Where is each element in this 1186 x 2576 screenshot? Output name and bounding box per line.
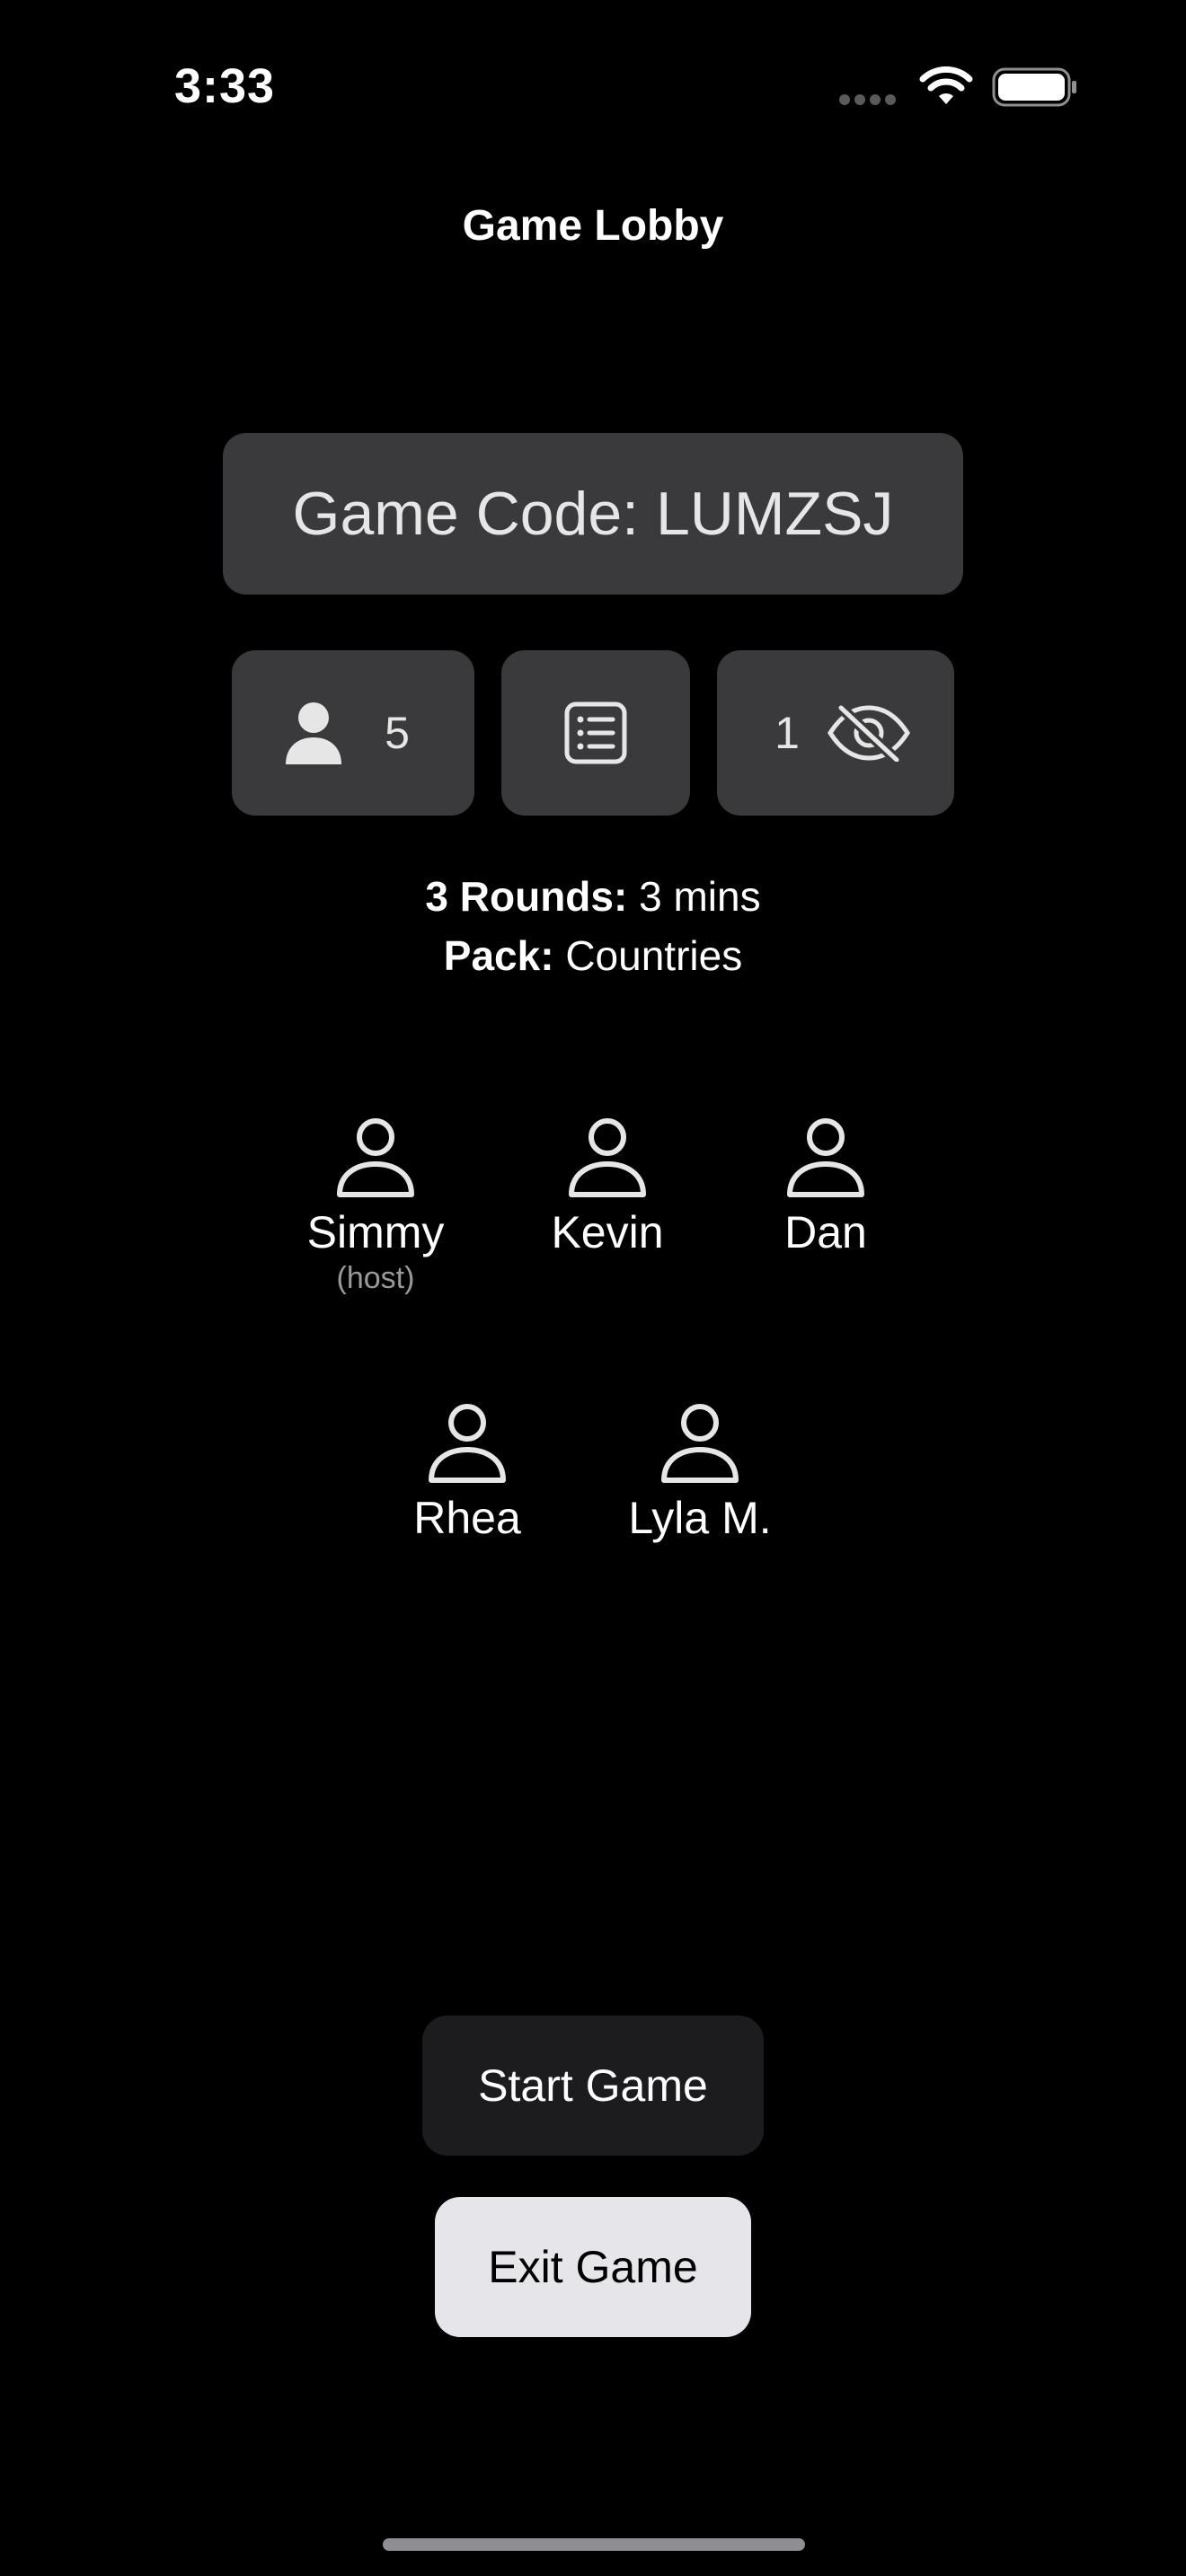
- rounds-info: 3 Rounds: 3 mins: [0, 869, 1186, 923]
- player-item: Dan: [718, 1116, 934, 1259]
- start-game-button[interactable]: Start Game: [422, 2016, 764, 2156]
- hidden-count: 1: [774, 708, 800, 758]
- pack-value: Countries: [565, 932, 743, 979]
- player-item: Kevin: [500, 1116, 715, 1259]
- exit-game-label: Exit Game: [488, 2242, 698, 2292]
- wifi-icon: [919, 66, 973, 104]
- person-outline-icon: [337, 1118, 414, 1197]
- signal-icon: [839, 93, 900, 106]
- list-button[interactable]: [501, 650, 690, 816]
- player-name: Rhea: [413, 1493, 521, 1543]
- person-icon: [286, 702, 342, 764]
- person-outline-icon: [429, 1404, 506, 1483]
- game-code-text: Game Code: LUMZSJ: [292, 480, 894, 548]
- player-name: Simmy: [306, 1207, 445, 1257]
- home-indicator[interactable]: [383, 2538, 805, 2551]
- pack-info: Pack: Countries: [0, 929, 1186, 983]
- status-time: 3:33: [173, 59, 276, 113]
- person-outline-icon: [569, 1118, 646, 1197]
- player-name: Lyla M.: [628, 1493, 772, 1543]
- players-count-button[interactable]: 5: [232, 650, 474, 816]
- rounds-label: 3 Rounds:: [425, 873, 628, 920]
- player-role: (host): [336, 1261, 415, 1295]
- exit-game-button[interactable]: Exit Game: [435, 2197, 751, 2337]
- list-icon: [564, 701, 627, 764]
- player-item: Simmy (host): [268, 1116, 483, 1297]
- players-count: 5: [385, 708, 410, 758]
- rounds-value: 3 mins: [639, 873, 761, 920]
- person-outline-icon: [661, 1404, 739, 1483]
- page-title: Game Lobby: [462, 202, 724, 250]
- battery-icon: [992, 67, 1076, 107]
- player-item: Rhea: [359, 1401, 575, 1545]
- person-outline-icon: [787, 1118, 864, 1197]
- game-code-box[interactable]: Game Code: LUMZSJ: [223, 433, 963, 595]
- hidden-count-button[interactable]: 1: [717, 650, 954, 816]
- player-item: Lyla M.: [592, 1401, 808, 1545]
- player-name: Kevin: [551, 1207, 664, 1257]
- start-game-label: Start Game: [478, 2060, 708, 2111]
- eye-slash-icon: [827, 704, 910, 762]
- player-name: Dan: [784, 1207, 867, 1257]
- pack-label: Pack:: [443, 932, 554, 979]
